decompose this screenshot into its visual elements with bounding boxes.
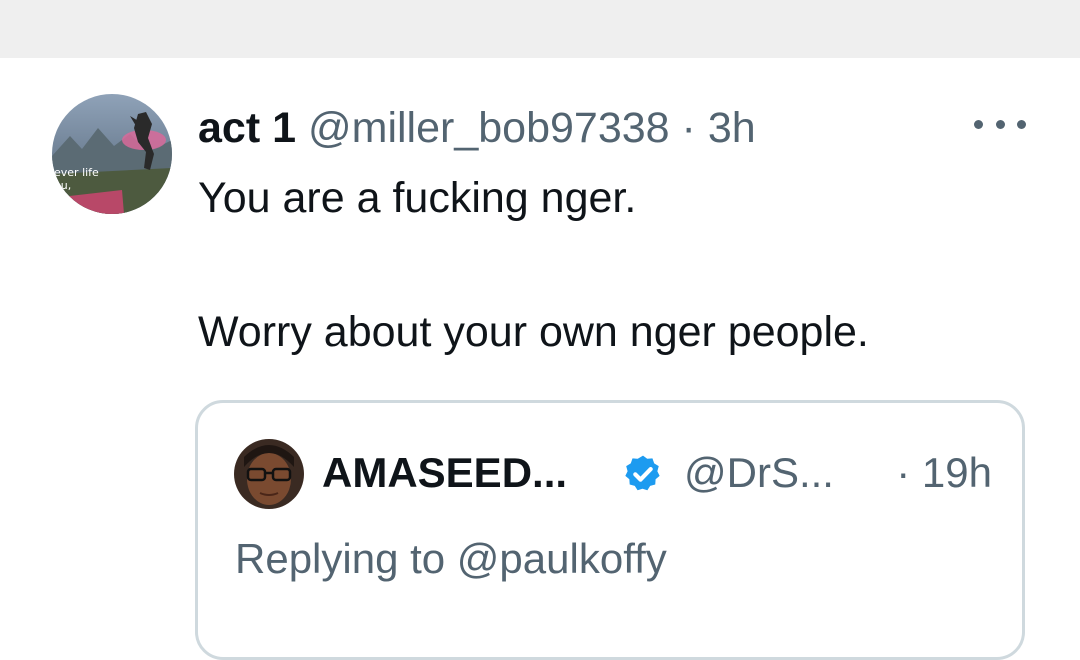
tweet-timestamp[interactable]: 3h — [708, 104, 756, 152]
header-separator: · — [681, 104, 696, 152]
tweet[interactable]: ever life ou, act 1 @miller_bob97338 · 3… — [0, 58, 1080, 660]
quoted-author-handle[interactable]: @DrS... — [684, 447, 834, 499]
author-avatar[interactable]: ever life ou, — [52, 94, 172, 214]
tweet-header: act 1 @miller_bob97338 · 3h — [198, 102, 756, 154]
tweet-text-line-1: You are a fucking nger. — [198, 174, 637, 222]
author-name[interactable]: act 1 — [198, 104, 296, 152]
quoted-tweet-timestamp[interactable]: · 19h — [896, 447, 992, 499]
tweet-text-line-2: Worry about your own nger people. — [198, 308, 869, 356]
top-separator-band — [0, 0, 1080, 58]
verified-badge-icon — [625, 455, 660, 491]
quoted-author-avatar[interactable] — [234, 439, 304, 509]
quoted-tweet-card[interactable]: AMASEED... @DrS... · 19h Replying to @pa… — [195, 400, 1025, 660]
avatar-caption-1: ever life — [54, 166, 99, 179]
replying-to-label: Replying to — [235, 535, 446, 582]
replying-to-mention[interactable]: @paulkoffy — [457, 535, 667, 582]
author-handle[interactable]: @miller_bob97338 — [308, 104, 670, 152]
avatar-caption-2: ou, — [54, 179, 71, 192]
more-horizontal-icon[interactable] — [974, 114, 1026, 134]
replying-to-line: Replying to @paulkoffy — [235, 533, 667, 585]
quoted-author-name[interactable]: AMASEED... — [322, 447, 567, 499]
